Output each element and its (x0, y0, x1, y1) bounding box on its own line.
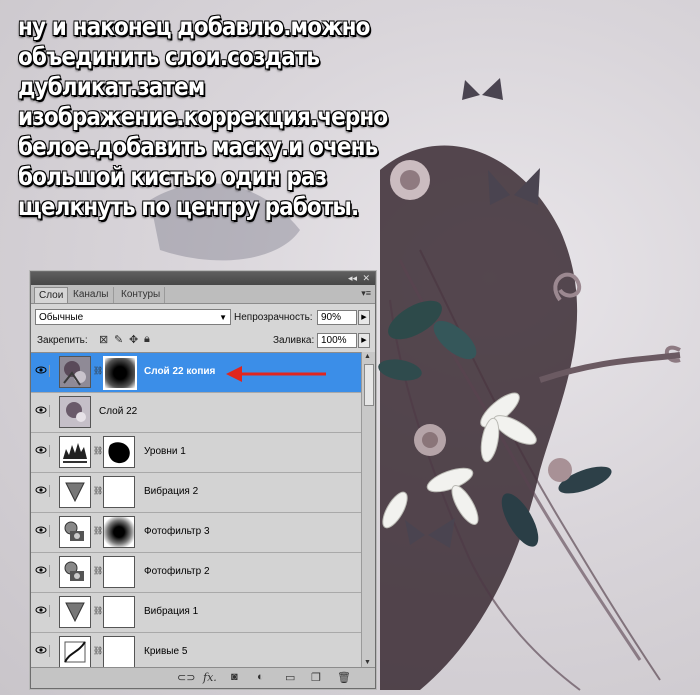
layer-name[interactable]: Слой 22 (99, 406, 137, 417)
mask-icon[interactable]: ◙ (231, 671, 238, 683)
caption-line: большой кистью один раз (18, 162, 327, 191)
chain-link-icon[interactable]: ⛓ (93, 526, 103, 536)
vibrance-icon[interactable] (59, 596, 91, 628)
chain-link-icon[interactable]: ⛓ (93, 446, 103, 456)
red-arrow-pointer (226, 366, 326, 382)
layer-row[interactable]: ⛓ Кривые 5 (31, 633, 361, 668)
layer-name[interactable]: Вибрация 2 (144, 486, 198, 497)
chain-link-icon[interactable]: ⛓ (93, 606, 103, 616)
scroll-up-icon[interactable]: ▲ (364, 353, 371, 360)
lock-fill-row: Закрепить: ⊠ ✎ ✥ 🔒︎ Заливка: 100% ▶ (31, 330, 375, 352)
caption-line: щелкнуть по центру работы. (18, 192, 359, 221)
tab-channels[interactable]: Каналы (69, 287, 114, 303)
layer-mask-thumbnail[interactable] (103, 516, 135, 548)
trash-icon[interactable]: 🗑︎ (337, 671, 351, 684)
instruction-caption: ну и наконец добавлю.можно объединить сл… (18, 12, 418, 222)
new-layer-icon[interactable]: ❐ (311, 671, 321, 684)
eye-icon[interactable] (35, 445, 50, 457)
blend-mode-select[interactable]: Обычные ▼ (35, 309, 231, 325)
levels-icon[interactable] (59, 436, 91, 468)
fill-input[interactable]: 100% (317, 333, 357, 348)
eye-icon[interactable] (35, 645, 50, 657)
layer-name[interactable]: Вибрация 1 (144, 606, 198, 617)
tab-layers[interactable]: Слои (34, 287, 69, 303)
layer-row[interactable]: ⛓ Фотофильтр 2 (31, 553, 361, 593)
adjustment-icon[interactable]: ◐ (257, 671, 264, 683)
fx-icon[interactable]: fx. (203, 671, 217, 684)
caption-line: ну и наконец добавлю.можно (18, 12, 370, 41)
caption-line: изображение.коррекция.черно (18, 102, 388, 131)
photofilter-icon[interactable] (59, 516, 91, 548)
blend-mode-value: Обычные (39, 312, 84, 323)
opacity-slider-button[interactable]: ▶ (358, 310, 370, 325)
eye-icon[interactable] (35, 565, 50, 577)
close-icon[interactable]: ✕ (362, 273, 370, 284)
chain-link-icon[interactable]: ⛓ (93, 566, 103, 576)
blend-opacity-row: Обычные ▼ Непрозрачность: 90% ▶ (31, 307, 375, 329)
layer-row[interactable]: ⛓ Вибрация 2 (31, 473, 361, 513)
layers-panel: ◂◂ ✕ Слои Каналы Контуры ▾≡ Обычные ▼ Не… (30, 271, 376, 689)
opacity-label: Непрозрачность: (234, 312, 313, 323)
layer-name[interactable]: Кривые 5 (144, 646, 187, 657)
chain-link-icon[interactable]: ⛓ (93, 486, 103, 496)
layer-row[interactable]: ⛓ Фотофильтр 3 (31, 513, 361, 553)
opacity-input[interactable]: 90% (317, 310, 357, 325)
layer-mask-thumbnail[interactable] (103, 636, 135, 668)
lock-position-icon[interactable]: ✥ (129, 333, 138, 346)
layer-mask-thumbnail[interactable] (103, 476, 135, 508)
layer-mask-thumbnail[interactable] (103, 436, 135, 468)
caption-line: объединить слои.создать (18, 42, 320, 71)
photofilter-icon[interactable] (59, 556, 91, 588)
layers-list: ⛓ Слой 22 копия Слой 22 ⛓ Уровни 1 ⛓ Виб… (31, 352, 361, 668)
layer-row[interactable]: Слой 22 (31, 393, 361, 433)
caption-line: белое.добавить маску.и очень (18, 132, 378, 161)
layer-mask-thumbnail[interactable] (103, 596, 135, 628)
eye-icon[interactable] (35, 405, 50, 417)
link-icon[interactable]: ⊂⊃ (177, 671, 195, 684)
tab-paths[interactable]: Контуры (117, 287, 166, 303)
layer-mask-thumbnail[interactable] (103, 356, 137, 390)
lock-transparency-icon[interactable]: ⊠ (99, 333, 108, 346)
layer-name[interactable]: Слой 22 копия (144, 366, 215, 377)
layer-name[interactable]: Уровни 1 (144, 446, 186, 457)
collapse-icon[interactable]: ◂◂ (348, 273, 357, 284)
fill-slider-button[interactable]: ▶ (358, 333, 370, 348)
layer-mask-thumbnail[interactable] (103, 556, 135, 588)
layer-name[interactable]: Фотофильтр 2 (144, 566, 210, 577)
eye-icon[interactable] (35, 605, 50, 617)
panel-menu-icon[interactable]: ▾≡ (361, 288, 371, 299)
chain-link-icon[interactable]: ⛓ (93, 646, 103, 656)
layer-thumbnail[interactable] (59, 356, 91, 388)
group-folder-icon[interactable]: ▭ (285, 671, 295, 684)
fill-label: Заливка: (273, 335, 315, 346)
panel-titlebar[interactable]: ◂◂ ✕ (31, 272, 375, 285)
scroll-down-icon[interactable]: ▼ (364, 659, 371, 666)
curves-icon[interactable] (59, 636, 91, 668)
lock-all-icon[interactable]: 🔒︎ (144, 333, 150, 346)
chain-link-icon[interactable]: ⛓ (93, 366, 103, 376)
layer-name[interactable]: Фотофильтр 3 (144, 526, 210, 537)
eye-icon[interactable] (35, 525, 50, 537)
caption-line: дубликат.затем (18, 72, 205, 101)
lock-pixels-icon[interactable]: ✎ (114, 333, 123, 346)
eye-icon[interactable] (35, 365, 50, 377)
layer-row[interactable]: ⛓ Вибрация 1 (31, 593, 361, 633)
panel-tabs: Слои Каналы Контуры ▾≡ (31, 285, 375, 304)
panel-bottom-toolbar: ⊂⊃ fx. ◙ ◐ ▭ ❐ 🗑︎ (31, 667, 375, 688)
scrollbar-thumb[interactable] (364, 364, 374, 406)
layer-thumbnail[interactable] (59, 396, 91, 428)
chevron-down-icon: ▼ (219, 313, 227, 322)
lock-label: Закрепить: (37, 335, 88, 346)
layers-scrollbar[interactable]: ▲ ▼ (361, 352, 375, 667)
layer-row[interactable]: ⛓ Уровни 1 (31, 433, 361, 473)
eye-icon[interactable] (35, 485, 50, 497)
vibrance-icon[interactable] (59, 476, 91, 508)
